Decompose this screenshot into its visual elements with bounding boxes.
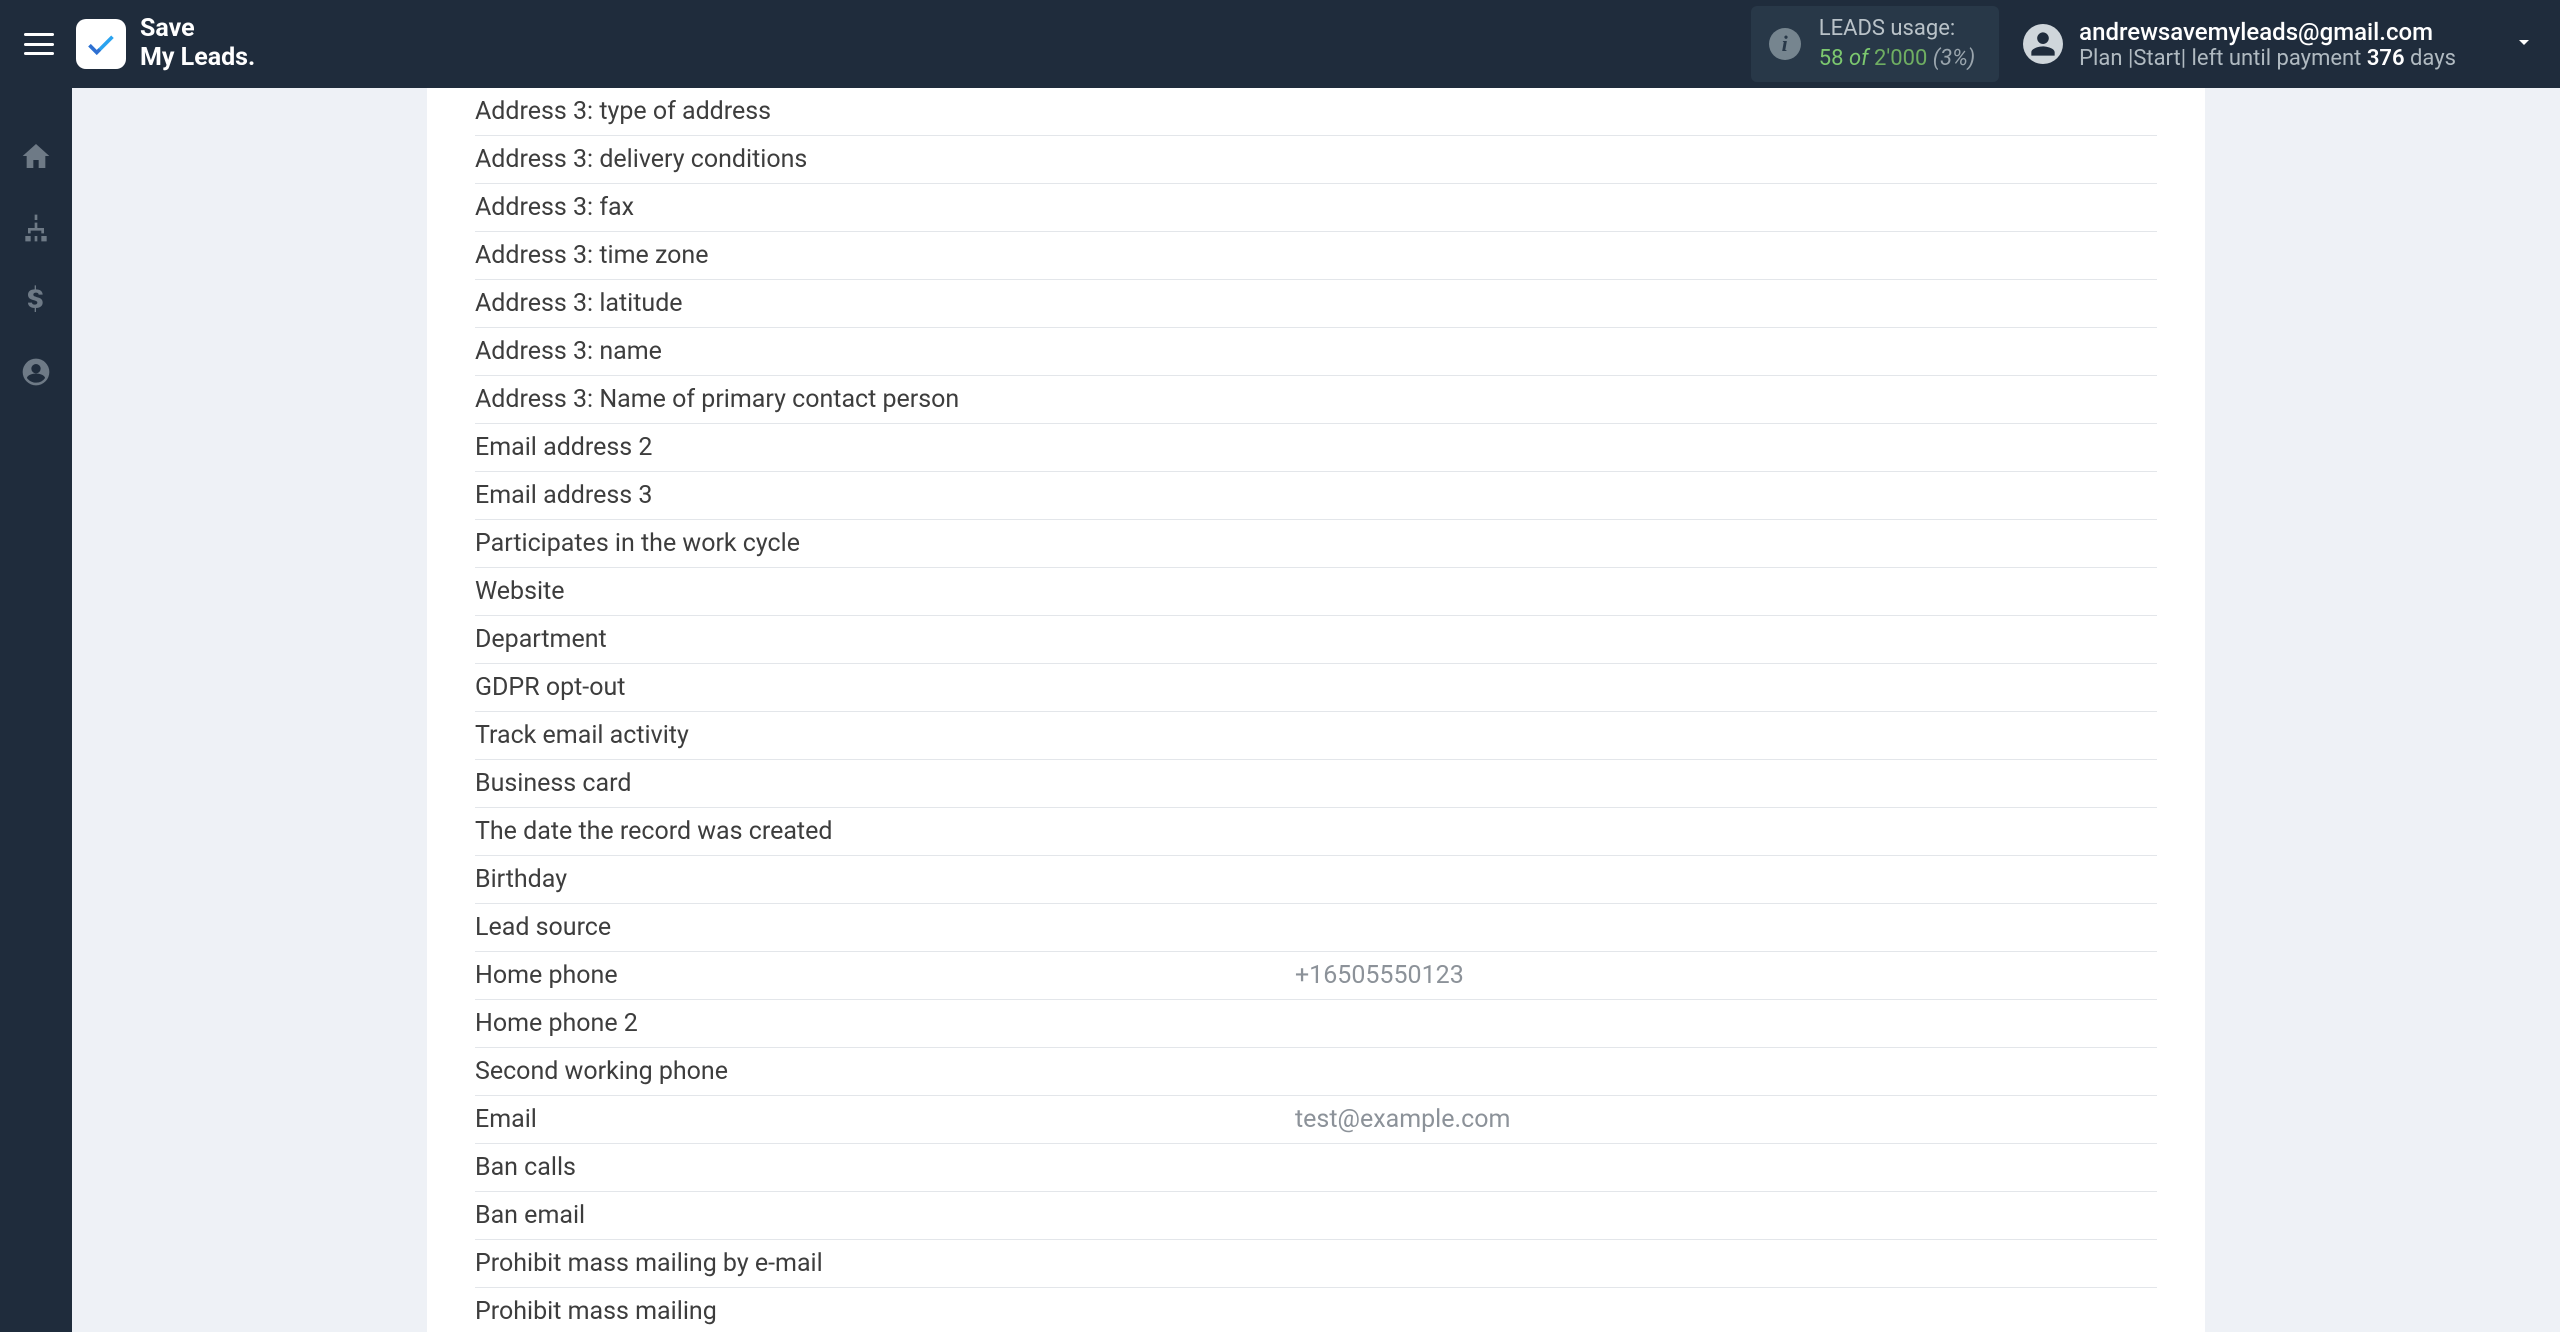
field-value: +16505550123	[1295, 961, 2157, 990]
field-label: Address 3: latitude	[475, 289, 1295, 318]
field-label: Birthday	[475, 865, 1295, 894]
sidebar	[0, 88, 72, 1332]
sidebar-item-home[interactable]	[18, 138, 54, 174]
account-icon	[20, 356, 52, 388]
field-label: Lead source	[475, 913, 1295, 942]
plan-days: 376	[2367, 46, 2405, 71]
field-row[interactable]: Second working phone	[475, 1048, 2157, 1096]
field-label: Ban calls	[475, 1153, 1295, 1182]
sidebar-item-integrations[interactable]	[18, 210, 54, 246]
plan-prefix: Plan |Start| left until payment	[2079, 46, 2367, 71]
home-icon	[20, 140, 52, 172]
field-label: Address 3: time zone	[475, 241, 1295, 270]
field-row[interactable]: Home phone 2	[475, 1000, 2157, 1048]
person-icon	[2029, 30, 2057, 58]
menu-toggle[interactable]	[24, 33, 54, 55]
field-value: test@example.com	[1295, 1105, 2157, 1134]
field-label: Email	[475, 1105, 1295, 1134]
field-row[interactable]: Emailtest@example.com	[475, 1096, 2157, 1144]
field-row[interactable]: GDPR opt-out	[475, 664, 2157, 712]
field-row[interactable]: Business card	[475, 760, 2157, 808]
info-icon: i	[1769, 28, 1801, 60]
field-label: Address 3: name	[475, 337, 1295, 366]
brand-name: Save My Leads.	[140, 15, 255, 73]
field-row[interactable]: Department	[475, 616, 2157, 664]
field-row[interactable]: Website	[475, 568, 2157, 616]
field-label: Home phone	[475, 961, 1295, 990]
field-label: Business card	[475, 769, 1295, 798]
leads-of: of	[1849, 46, 1869, 71]
field-row[interactable]: Track email activity	[475, 712, 2157, 760]
user-menu[interactable]: andrewsavemyleads@gmail.com Plan |Start|…	[2023, 18, 2536, 71]
check-icon	[84, 27, 118, 61]
field-row[interactable]: The date the record was created	[475, 808, 2157, 856]
field-label: Prohibit mass mailing	[475, 1297, 1295, 1326]
sidebar-item-account[interactable]	[18, 354, 54, 390]
brand-line1: Save	[140, 15, 255, 44]
plan-suffix: days	[2405, 46, 2456, 71]
field-row[interactable]: Address 3: time zone	[475, 232, 2157, 280]
leads-label: LEADS usage:	[1819, 14, 1975, 44]
field-label: Address 3: Name of primary contact perso…	[475, 385, 1295, 414]
field-row[interactable]: Address 3: fax	[475, 184, 2157, 232]
field-label: Email address 3	[475, 481, 1295, 510]
field-label: Second working phone	[475, 1057, 1295, 1086]
user-text: andrewsavemyleads@gmail.com Plan |Start|…	[2079, 18, 2456, 71]
field-row[interactable]: Prohibit mass mailing	[475, 1288, 2157, 1332]
field-row[interactable]: Address 3: type of address	[475, 88, 2157, 136]
sitemap-icon	[20, 212, 52, 244]
field-label: Prohibit mass mailing by e-mail	[475, 1249, 1295, 1278]
chevron-down-icon[interactable]	[2512, 30, 2536, 58]
dollar-icon	[20, 284, 52, 316]
field-row[interactable]: Participates in the work cycle	[475, 520, 2157, 568]
brand-line2: My Leads.	[140, 44, 255, 73]
avatar	[2023, 24, 2063, 64]
field-label: GDPR opt-out	[475, 673, 1295, 702]
field-row[interactable]: Address 3: latitude	[475, 280, 2157, 328]
field-label: Home phone 2	[475, 1009, 1295, 1038]
app-logo[interactable]	[76, 19, 126, 69]
content: Address 3: type of address Address 3: del…	[72, 88, 2560, 1332]
leads-usage-badge[interactable]: i LEADS usage: 58 of 2'000 (3%)	[1751, 6, 1999, 81]
field-label: Track email activity	[475, 721, 1295, 750]
field-label: Address 3: type of address	[475, 97, 1295, 126]
field-row[interactable]: Prohibit mass mailing by e-mail	[475, 1240, 2157, 1288]
leads-total: 2'000	[1874, 46, 1927, 71]
user-email: andrewsavemyleads@gmail.com	[2079, 18, 2456, 46]
field-row[interactable]: Ban calls	[475, 1144, 2157, 1192]
field-label: Ban email	[475, 1201, 1295, 1230]
sidebar-item-billing[interactable]	[18, 282, 54, 318]
leads-pct: (3%)	[1933, 46, 1975, 71]
field-row[interactable]: Address 3: Name of primary contact perso…	[475, 376, 2157, 424]
field-label: Website	[475, 577, 1295, 606]
field-row[interactable]: Ban email	[475, 1192, 2157, 1240]
field-label: Participates in the work cycle	[475, 529, 1295, 558]
field-label: The date the record was created	[475, 817, 1295, 846]
field-label: Address 3: fax	[475, 193, 1295, 222]
leads-usage-text: LEADS usage: 58 of 2'000 (3%)	[1819, 14, 1975, 73]
field-row[interactable]: Address 3: delivery conditions	[475, 136, 2157, 184]
user-plan: Plan |Start| left until payment 376 days	[2079, 46, 2456, 71]
top-header: Save My Leads. i LEADS usage: 58 of 2'00…	[0, 0, 2560, 88]
field-label: Address 3: delivery conditions	[475, 145, 1295, 174]
field-label: Department	[475, 625, 1295, 654]
field-label: Email address 2	[475, 433, 1295, 462]
field-row[interactable]: Home phone+16505550123	[475, 952, 2157, 1000]
field-row[interactable]: Address 3: name	[475, 328, 2157, 376]
field-row[interactable]: Email address 3	[475, 472, 2157, 520]
field-row[interactable]: Email address 2	[475, 424, 2157, 472]
field-row[interactable]: Birthday	[475, 856, 2157, 904]
fields-panel: Address 3: type of address Address 3: del…	[427, 88, 2205, 1332]
field-row[interactable]: Lead source	[475, 904, 2157, 952]
leads-used: 58	[1819, 46, 1844, 71]
